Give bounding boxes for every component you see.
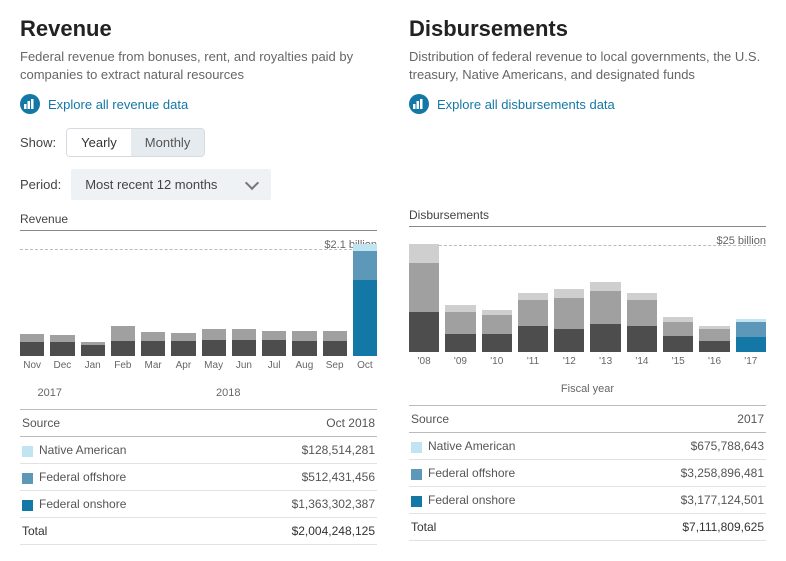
bar-12: '12	[554, 289, 584, 368]
show-toggle: Yearly Monthly	[66, 128, 205, 157]
swatch-icon	[22, 473, 33, 484]
table-row: Native American$128,514,281	[20, 437, 377, 464]
bar-Mar: Mar	[141, 332, 165, 372]
bar-08: '08	[409, 244, 439, 368]
toggle-yearly[interactable]: Yearly	[67, 129, 131, 156]
bar-10: '10	[482, 310, 512, 367]
chart-icon	[409, 94, 429, 114]
chart-icon	[20, 94, 40, 114]
disb-chart-title: Disbursements	[409, 208, 766, 227]
period-label: Period:	[20, 177, 61, 192]
show-label: Show:	[20, 135, 56, 150]
bar-16: '16	[699, 326, 729, 367]
bar-Aug: Aug	[292, 331, 316, 371]
disb-table: Source 2017 Native American$675,788,643F…	[409, 405, 766, 541]
bar-14: '14	[627, 293, 657, 367]
year-2018: 2018	[80, 387, 378, 399]
period-value: Most recent 12 months	[85, 177, 217, 192]
swatch-icon	[411, 442, 422, 453]
toggle-monthly[interactable]: Monthly	[131, 129, 205, 156]
period-dropdown[interactable]: Most recent 12 months	[71, 169, 271, 200]
table-row: Federal offshore$3,258,896,481	[409, 460, 766, 487]
total-row: Total$7,111,809,625	[409, 514, 766, 541]
revenue-table: Source Oct 2018 Native American$128,514,…	[20, 409, 377, 545]
revenue-chart-title: Revenue	[20, 212, 377, 231]
swatch-icon	[411, 469, 422, 480]
bar-17: '17	[736, 319, 766, 368]
bar-Feb: Feb	[111, 326, 135, 371]
disbursements-panel: Disbursements Distribution of federal re…	[409, 16, 766, 545]
table-row: Federal offshore$512,431,456	[20, 464, 377, 491]
table-row: Federal onshore$3,177,124,501	[409, 487, 766, 514]
xaxis-label: Fiscal year	[561, 383, 614, 395]
table-row: Federal onshore$1,363,302,387	[20, 491, 377, 518]
bar-13: '13	[590, 282, 620, 368]
swatch-icon	[411, 496, 422, 507]
col-period: 2017	[607, 406, 766, 433]
explore-revenue-link[interactable]: Explore all revenue data	[48, 97, 188, 112]
total-row: Total$2,004,248,125	[20, 518, 377, 545]
revenue-heading: Revenue	[20, 16, 377, 42]
revenue-panel: Revenue Federal revenue from bonuses, re…	[20, 16, 377, 545]
revenue-desc: Federal revenue from bonuses, rent, and …	[20, 48, 377, 84]
bar-Oct: Oct	[353, 244, 377, 372]
table-row: Native American$675,788,643	[409, 433, 766, 460]
bar-Nov: Nov	[20, 334, 44, 371]
bar-Apr: Apr	[171, 333, 195, 372]
col-source: Source	[20, 410, 218, 437]
bar-May: May	[202, 329, 226, 372]
bar-Jan: Jan	[81, 342, 105, 372]
bar-09: '09	[445, 305, 475, 367]
bar-Jun: Jun	[232, 329, 256, 371]
bar-11: '11	[518, 293, 548, 367]
chevron-down-icon	[245, 176, 259, 190]
bar-Sep: Sep	[323, 331, 347, 372]
disb-heading: Disbursements	[409, 16, 766, 42]
swatch-icon	[22, 500, 33, 511]
bar-Jul: Jul	[262, 331, 286, 371]
revenue-chart: $2.1 billion NovDecJanFebMarAprMayJunJul…	[20, 239, 377, 399]
bar-Dec: Dec	[50, 335, 74, 371]
swatch-icon	[22, 446, 33, 457]
col-period: Oct 2018	[218, 410, 377, 437]
explore-disb-link[interactable]: Explore all disbursements data	[437, 97, 615, 112]
disb-chart: $25 billion '08'09'10'11'12'13'14'15'16'…	[409, 235, 766, 395]
year-2017: 2017	[20, 387, 80, 399]
col-source: Source	[409, 406, 607, 433]
bar-15: '15	[663, 317, 693, 367]
disb-desc: Distribution of federal revenue to local…	[409, 48, 766, 84]
